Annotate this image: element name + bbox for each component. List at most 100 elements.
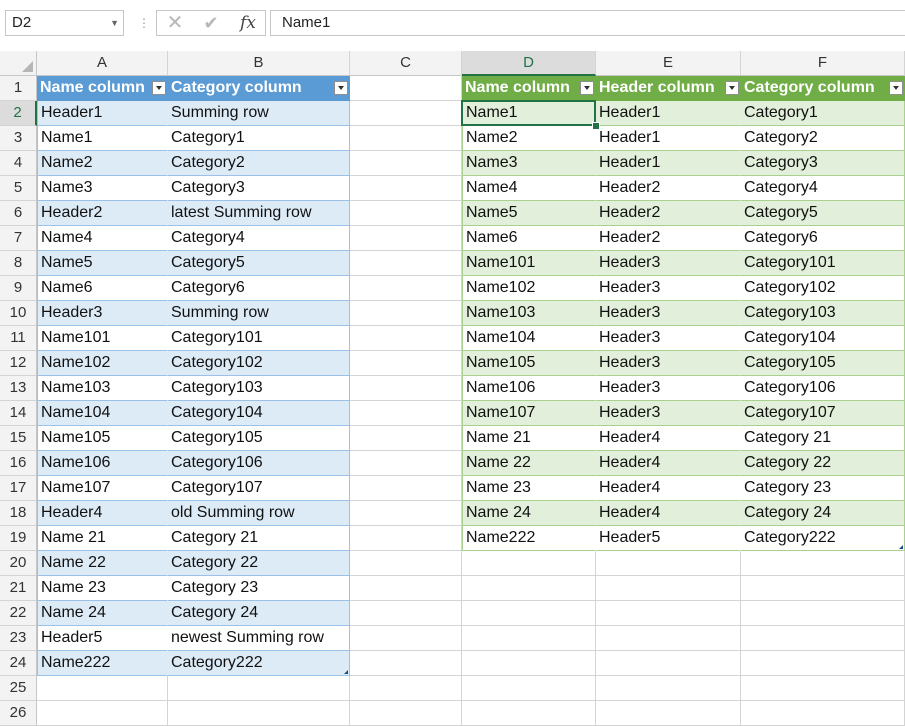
- table-cell[interactable]: Name2: [37, 151, 168, 176]
- table-cell[interactable]: Category101: [168, 326, 350, 351]
- cell-c1[interactable]: [350, 76, 462, 101]
- table-cell[interactable]: Category5: [168, 251, 350, 276]
- table-cell[interactable]: Category4: [168, 226, 350, 251]
- row-header-1[interactable]: 1: [0, 76, 37, 101]
- table-cell[interactable]: Category106: [741, 376, 905, 401]
- table-cell[interactable]: Category3: [168, 176, 350, 201]
- table-cell[interactable]: Name3: [462, 151, 596, 176]
- table-cell[interactable]: Category102: [168, 351, 350, 376]
- table-cell[interactable]: Header3: [596, 401, 741, 426]
- table-cell[interactable]: Header1: [596, 151, 741, 176]
- cell-f20[interactable]: [741, 551, 905, 576]
- cell-c15[interactable]: [350, 426, 462, 451]
- cell-c7[interactable]: [350, 226, 462, 251]
- cell-d23[interactable]: [462, 626, 596, 651]
- fill-handle[interactable]: [592, 122, 600, 130]
- table-cell[interactable]: Category1: [168, 126, 350, 151]
- row-header-13[interactable]: 13: [0, 376, 37, 401]
- cell-c5[interactable]: [350, 176, 462, 201]
- table-cell[interactable]: Header4: [596, 451, 741, 476]
- row-header-5[interactable]: 5: [0, 176, 37, 201]
- cell-a26[interactable]: [37, 701, 168, 726]
- table-cell[interactable]: Category222: [168, 651, 350, 676]
- table-cell[interactable]: Category6: [741, 226, 905, 251]
- cell-b25[interactable]: [168, 676, 350, 701]
- select-all-button[interactable]: [0, 51, 37, 76]
- cell-c19[interactable]: [350, 526, 462, 551]
- filter-dropdown-icon[interactable]: [152, 81, 166, 95]
- table-cell[interactable]: Name 24: [462, 501, 596, 526]
- row-header-24[interactable]: 24: [0, 651, 37, 676]
- table-cell[interactable]: Category 23: [741, 476, 905, 501]
- table-cell[interactable]: Name103: [462, 301, 596, 326]
- cell-c26[interactable]: [350, 701, 462, 726]
- row-header-22[interactable]: 22: [0, 601, 37, 626]
- row-header-11[interactable]: 11: [0, 326, 37, 351]
- row-header-12[interactable]: 12: [0, 351, 37, 376]
- table-cell[interactable]: Name101: [37, 326, 168, 351]
- table-cell[interactable]: Name102: [462, 276, 596, 301]
- table-cell[interactable]: Category103: [168, 376, 350, 401]
- cell-d26[interactable]: [462, 701, 596, 726]
- cell-f26[interactable]: [741, 701, 905, 726]
- table-cell[interactable]: Summing row: [168, 301, 350, 326]
- table-cell[interactable]: Category2: [741, 126, 905, 151]
- table-cell[interactable]: Category 23: [168, 576, 350, 601]
- cell-b26[interactable]: [168, 701, 350, 726]
- filter-dropdown-icon[interactable]: [334, 81, 348, 95]
- column-header-a[interactable]: A: [37, 51, 168, 76]
- table-cell[interactable]: Header3: [596, 276, 741, 301]
- table-cell[interactable]: Name4: [462, 176, 596, 201]
- cell-e25[interactable]: [596, 676, 741, 701]
- table-cell[interactable]: Category107: [168, 476, 350, 501]
- table-header-cell[interactable]: Name column: [462, 76, 596, 101]
- table-cell[interactable]: Category104: [168, 401, 350, 426]
- cell-c11[interactable]: [350, 326, 462, 351]
- cell-c17[interactable]: [350, 476, 462, 501]
- table-cell[interactable]: Category106: [168, 451, 350, 476]
- table-cell[interactable]: Header4: [596, 426, 741, 451]
- table-cell[interactable]: Header3: [596, 351, 741, 376]
- table-cell[interactable]: Name1: [462, 101, 596, 126]
- table-cell[interactable]: Header4: [596, 476, 741, 501]
- table-cell[interactable]: Category 22: [168, 551, 350, 576]
- column-header-b[interactable]: B: [168, 51, 350, 76]
- table-header-cell[interactable]: Category column: [168, 76, 350, 101]
- formula-input[interactable]: Name1: [270, 10, 905, 36]
- cell-d21[interactable]: [462, 576, 596, 601]
- row-header-9[interactable]: 9: [0, 276, 37, 301]
- table-cell[interactable]: Header2: [596, 201, 741, 226]
- table-cell[interactable]: Name104: [37, 401, 168, 426]
- table-cell[interactable]: Header2: [37, 201, 168, 226]
- cell-e26[interactable]: [596, 701, 741, 726]
- row-header-17[interactable]: 17: [0, 476, 37, 501]
- cell-c16[interactable]: [350, 451, 462, 476]
- table-cell[interactable]: Header3: [596, 301, 741, 326]
- table-cell[interactable]: Category1: [741, 101, 905, 126]
- table-cell[interactable]: Name107: [462, 401, 596, 426]
- cell-e20[interactable]: [596, 551, 741, 576]
- table-cell[interactable]: Name 23: [37, 576, 168, 601]
- table-cell[interactable]: Summing row: [168, 101, 350, 126]
- table-cell[interactable]: Category 21: [168, 526, 350, 551]
- cell-f25[interactable]: [741, 676, 905, 701]
- enter-icon[interactable]: ✔: [196, 11, 226, 35]
- row-header-7[interactable]: 7: [0, 226, 37, 251]
- cell-c13[interactable]: [350, 376, 462, 401]
- cell-f21[interactable]: [741, 576, 905, 601]
- cell-f23[interactable]: [741, 626, 905, 651]
- row-header-4[interactable]: 4: [0, 151, 37, 176]
- cell-c12[interactable]: [350, 351, 462, 376]
- table-cell[interactable]: Name 23: [462, 476, 596, 501]
- cell-c22[interactable]: [350, 601, 462, 626]
- cell-c3[interactable]: [350, 126, 462, 151]
- cell-c23[interactable]: [350, 626, 462, 651]
- table-cell[interactable]: Category104: [741, 326, 905, 351]
- cell-d24[interactable]: [462, 651, 596, 676]
- cell-e21[interactable]: [596, 576, 741, 601]
- table-cell[interactable]: Name106: [37, 451, 168, 476]
- column-header-d[interactable]: D: [462, 51, 596, 76]
- table-cell[interactable]: Category3: [741, 151, 905, 176]
- table-resize-handle-icon[interactable]: [344, 670, 348, 674]
- table-cell[interactable]: Category101: [741, 251, 905, 276]
